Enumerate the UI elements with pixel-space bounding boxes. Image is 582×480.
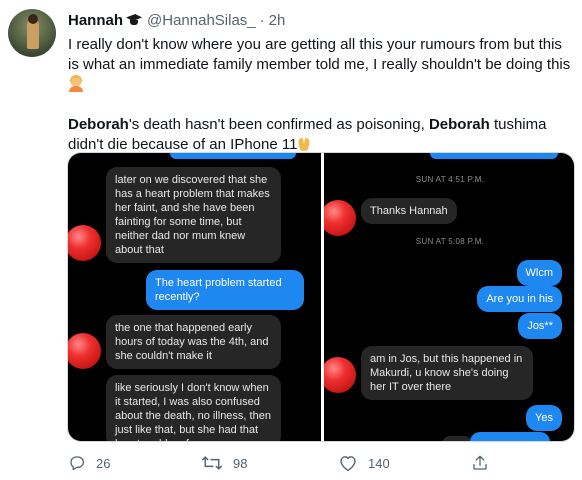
share-icon (473, 455, 487, 470)
retweet-icon (201, 456, 223, 470)
outgoing-bubble-partial (430, 153, 558, 159)
retweet-button[interactable]: 98 (201, 452, 247, 474)
avatar-head (28, 14, 38, 24)
outgoing-bubble-partial (470, 432, 550, 441)
chat-timestamp: SUN AT 5:08 P.M. (415, 237, 485, 246)
incoming-bubble-partial (442, 436, 472, 441)
author-name[interactable]: Hannah (68, 12, 123, 29)
heart-icon (340, 456, 356, 472)
reply-count: 26 (96, 455, 111, 471)
incoming-message: like seriously I don't know when it star… (106, 375, 281, 441)
contact-avatar (324, 200, 356, 236)
contact-avatar (68, 225, 101, 261)
tweet-paragraph-2: Deborah's death hasn't been confirmed as… (68, 116, 547, 153)
like-button[interactable]: 140 (338, 452, 390, 474)
contact-avatar (68, 333, 101, 369)
contact-avatar (324, 357, 356, 393)
outgoing-message: Yes (526, 405, 562, 431)
tweet-media[interactable]: later on we discovered that she has a he… (67, 152, 575, 442)
incoming-message: the one that happened early hours of tod… (106, 315, 281, 369)
tweet-header: Hannah @HannahSilas_ · 2h (68, 10, 285, 30)
incoming-message: am in Jos, but this happened in Makurdi,… (361, 346, 533, 400)
tweet-paragraph-1: I really don't know where you are gettin… (68, 35, 573, 95)
tweet-actions: 26 98 140 (68, 452, 573, 474)
author-handle[interactable]: @HannahSilas_ (147, 12, 256, 29)
chat-timestamp: SUN AT 4:51 P.M. (415, 175, 485, 184)
person-emoji-icon (68, 75, 84, 92)
separator-dot: · (259, 11, 265, 29)
chat-screenshot-left[interactable]: later on we discovered that she has a he… (68, 153, 321, 441)
outgoing-bubble-partial (170, 153, 296, 159)
tweet-text: I really don't know where you are gettin… (68, 35, 573, 155)
incoming-message: Thanks Hannah (361, 198, 457, 224)
bold-name: Deborah (68, 116, 129, 133)
graduation-cap-icon (125, 12, 143, 28)
like-count: 140 (368, 455, 390, 471)
bold-name: Deborah (428, 116, 490, 133)
reply-button[interactable]: 26 (68, 452, 110, 474)
incoming-message: later on we discovered that she has a he… (106, 167, 281, 263)
outgoing-message: Are you in his (477, 286, 562, 312)
author-avatar[interactable] (8, 9, 56, 57)
folded-hands-emoji-icon (297, 136, 311, 152)
outgoing-message: Wlcm (516, 260, 562, 286)
share-button[interactable] (471, 452, 489, 474)
reply-icon (70, 456, 85, 471)
retweet-count: 98 (233, 455, 248, 471)
outgoing-message: The heart problem started recently? (146, 270, 304, 310)
tweet-timestamp[interactable]: 2h (269, 12, 286, 29)
chat-screenshot-right[interactable]: SUN AT 4:51 P.M. Thanks Hannah SUN AT 5:… (324, 153, 574, 441)
outgoing-message: Jos** (518, 313, 562, 339)
